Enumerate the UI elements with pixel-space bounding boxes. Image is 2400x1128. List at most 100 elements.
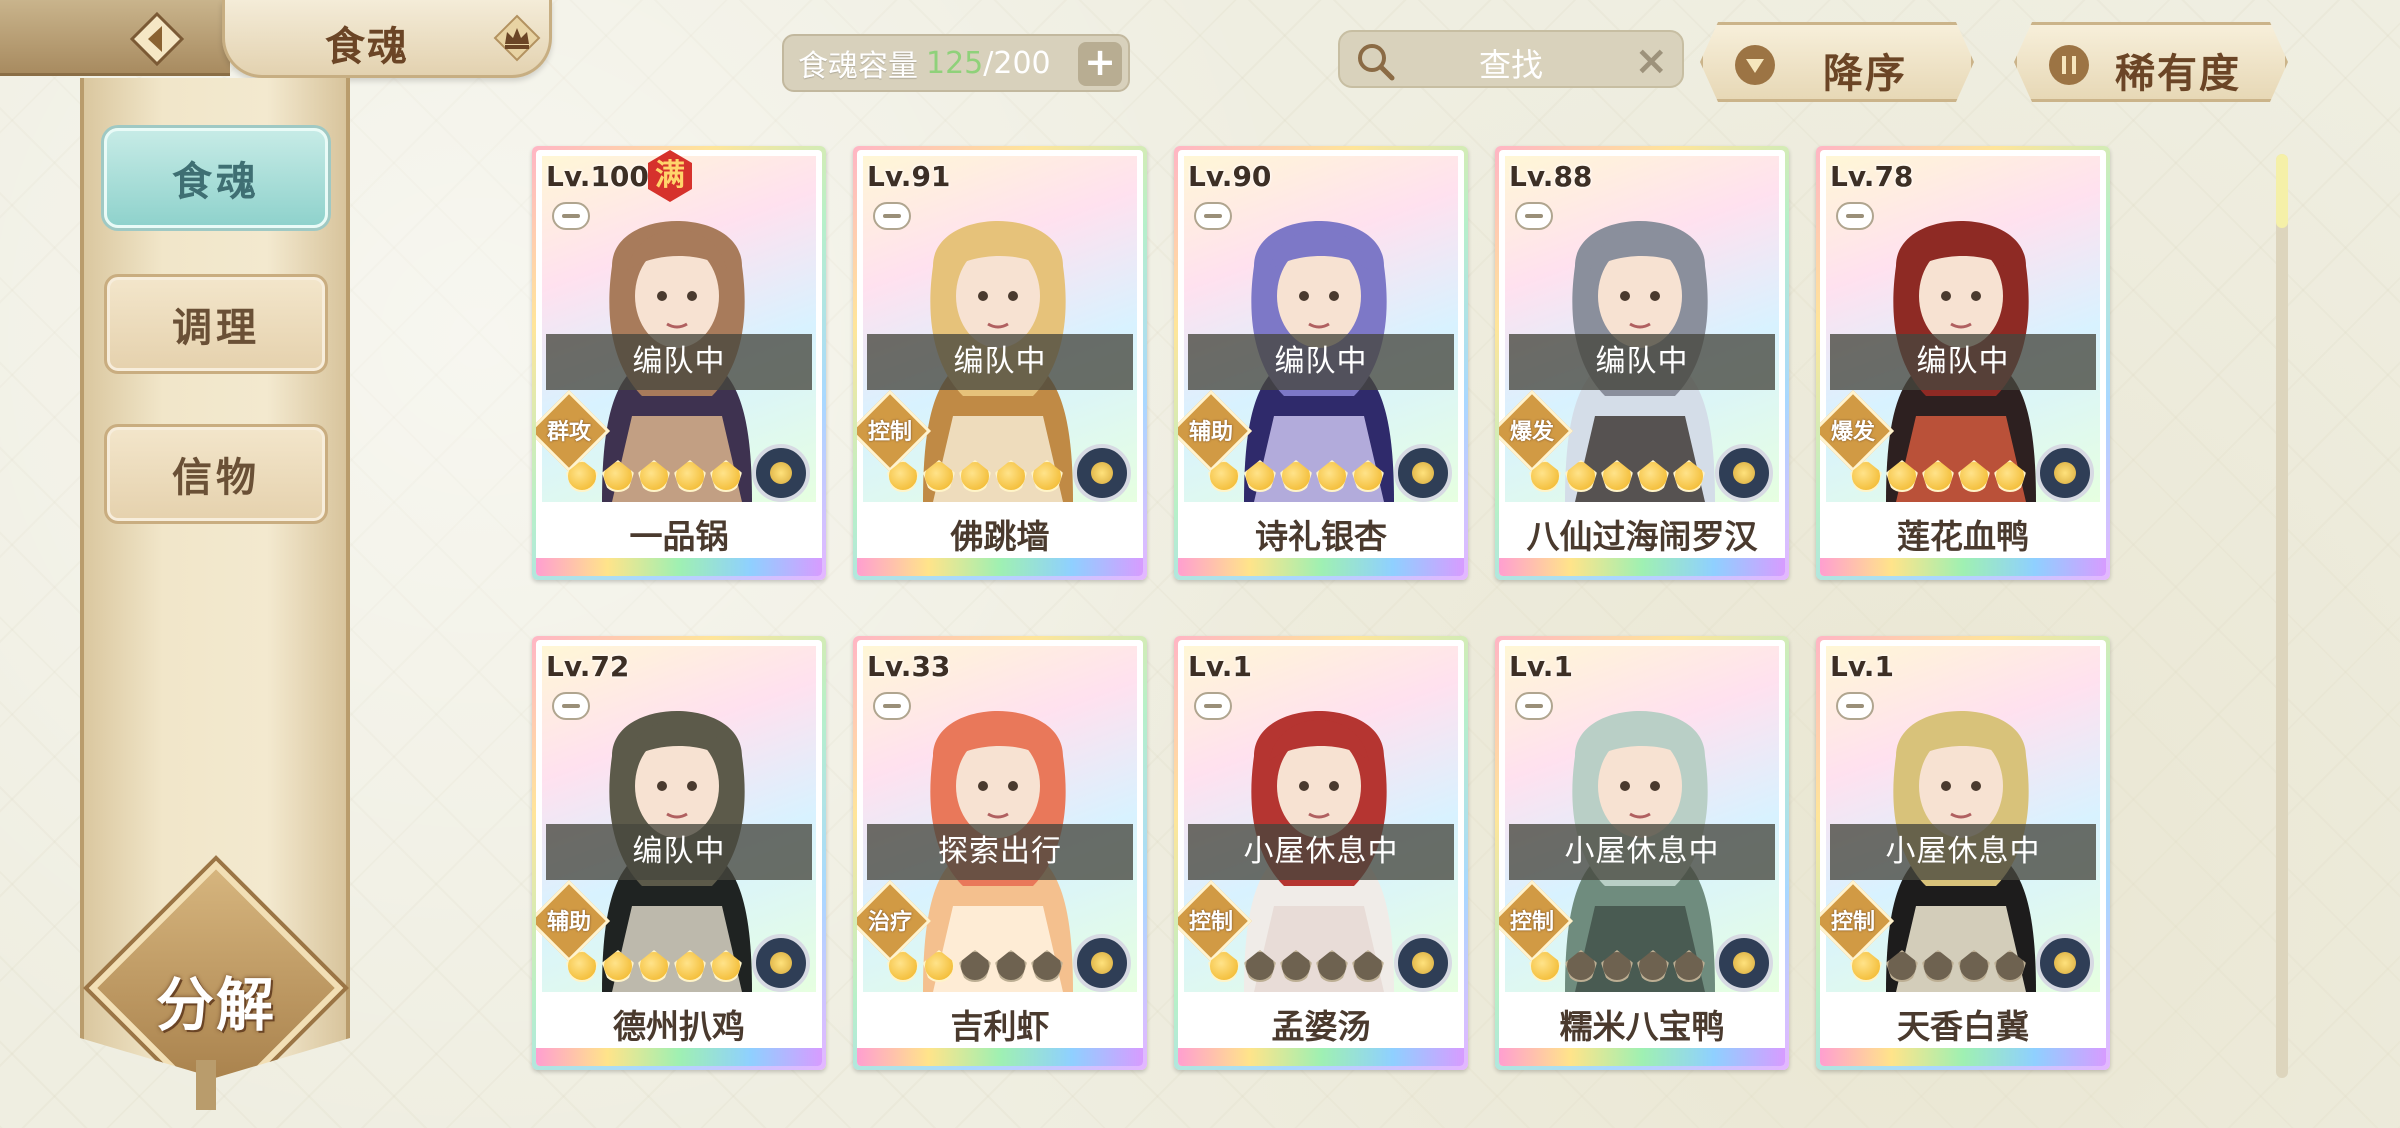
star-icon — [1601, 950, 1633, 982]
status-banner: 编队中 — [867, 334, 1133, 390]
card-frame: Lv.1 小屋休息中 控制 天香白冀 — [1820, 640, 2106, 1066]
page-title: 食魂 — [325, 24, 409, 70]
food-soul-card[interactable]: Lv.33 探索出行 治疗 吉利虾 — [853, 636, 1147, 1070]
rarity-strip — [857, 558, 1143, 576]
star-icon — [1208, 460, 1240, 492]
star-icon — [1637, 950, 1669, 982]
food-soul-card[interactable]: Lv.1 小屋休息中 控制 天香白冀 — [1816, 636, 2110, 1070]
rarity-strip — [1499, 558, 1785, 576]
element-icon — [1073, 444, 1131, 502]
rarity-strip — [1820, 1048, 2106, 1066]
star-icon — [1352, 950, 1384, 982]
element-icon — [1394, 444, 1452, 502]
rarity-strip — [1499, 1048, 1785, 1066]
sort-key-button[interactable]: 稀有度 — [2014, 22, 2288, 102]
star-icon — [1208, 950, 1240, 982]
back-button[interactable] — [128, 10, 186, 68]
element-icon — [2036, 934, 2094, 992]
role-label: 控制 — [1830, 910, 1875, 935]
sidebar-item-cooking[interactable]: 调理 — [104, 274, 328, 374]
lock-toggle-icon[interactable] — [873, 692, 911, 720]
search-input[interactable]: 查找 — [1340, 40, 1682, 86]
lock-toggle-icon[interactable] — [552, 692, 590, 720]
status-banner: 编队中 — [1188, 334, 1454, 390]
level-label: Lv.78 — [1830, 160, 1914, 193]
lock-toggle-icon[interactable] — [1515, 202, 1553, 230]
star-icon — [1922, 460, 1954, 492]
star-icon — [1601, 460, 1633, 492]
status-banner: 编队中 — [1509, 334, 1775, 390]
lock-toggle-icon[interactable] — [552, 202, 590, 230]
star-icon — [923, 460, 955, 492]
lock-toggle-icon[interactable] — [1194, 692, 1232, 720]
rarity-strip — [536, 558, 822, 576]
lock-toggle-icon[interactable] — [1836, 202, 1874, 230]
element-icon — [1073, 934, 1131, 992]
clear-icon[interactable]: × — [1634, 38, 1668, 84]
star-icon — [887, 950, 919, 982]
star-rating — [1208, 950, 1384, 982]
sidebar-item-label: 调理 — [172, 305, 260, 351]
star-icon — [1280, 460, 1312, 492]
star-icon — [1673, 460, 1705, 492]
expand-capacity-button[interactable]: + — [1078, 42, 1122, 86]
lock-toggle-icon[interactable] — [1194, 202, 1232, 230]
star-icon — [1958, 460, 1990, 492]
food-soul-card[interactable]: Lv.1 小屋休息中 控制 孟婆汤 — [1174, 636, 1468, 1070]
star-icon — [1886, 950, 1918, 982]
food-soul-card[interactable]: Lv.78 编队中 爆发 莲花血鸭 — [1816, 146, 2110, 580]
star-icon — [1316, 950, 1348, 982]
character-name: 吉利虾 — [863, 994, 1137, 1054]
star-rating — [887, 950, 1063, 982]
star-icon — [1529, 950, 1561, 982]
sidebar-item-label: 信物 — [172, 455, 260, 501]
card-frame: Lv.1 小屋休息中 控制 糯米八宝鸭 — [1499, 640, 1785, 1066]
sidebar-pendant — [196, 1060, 216, 1110]
food-soul-card[interactable]: Lv.91 编队中 控制 佛跳墙 — [853, 146, 1147, 580]
food-soul-card[interactable]: Lv.88 编队中 爆发 八仙过海闹罗汉 — [1495, 146, 1789, 580]
card-frame: Lv.88 编队中 爆发 八仙过海闹罗汉 — [1499, 150, 1785, 576]
sidebar-item-food-souls[interactable]: 食魂 — [104, 128, 328, 228]
element-icon — [2036, 444, 2094, 502]
role-label: 控制 — [1188, 910, 1233, 935]
character-name: 孟婆汤 — [1184, 994, 1458, 1054]
role-label: 爆发 — [1509, 420, 1554, 445]
level-label: Lv.91 — [867, 160, 951, 193]
status-banner: 编队中 — [546, 334, 812, 390]
rarity-strip — [1178, 558, 1464, 576]
status-banner: 编队中 — [1830, 334, 2096, 390]
star-icon — [1352, 460, 1384, 492]
star-icon — [1244, 460, 1276, 492]
food-soul-card[interactable]: Lv.1 小屋休息中 控制 糯米八宝鸭 — [1495, 636, 1789, 1070]
scrollbar-thumb[interactable] — [2276, 154, 2288, 228]
sidebar-item-tokens[interactable]: 信物 — [104, 424, 328, 524]
food-soul-card[interactable]: Lv.90 编队中 辅助 诗礼银杏 — [1174, 146, 1468, 580]
role-label: 群攻 — [546, 420, 591, 445]
star-icon — [1994, 950, 2026, 982]
element-icon — [1715, 444, 1773, 502]
star-rating — [1850, 950, 2026, 982]
crown-icon[interactable] — [493, 14, 541, 62]
role-label: 辅助 — [546, 910, 591, 935]
card-frame: Lv.91 编队中 控制 佛跳墙 — [857, 150, 1143, 576]
decompose-label[interactable]: 分解 — [126, 958, 306, 1042]
food-soul-card[interactable]: Lv.72 编队中 辅助 德州扒鸡 — [532, 636, 826, 1070]
scrollbar[interactable] — [2276, 154, 2288, 1078]
sort-order-button[interactable]: 降序 — [1700, 22, 1974, 102]
capacity-display: 食魂容量 125 /200 + — [782, 34, 1130, 92]
sort-order-label: 降序 — [1823, 51, 1907, 97]
search-box[interactable]: 查找 × — [1338, 30, 1684, 88]
food-soul-card[interactable]: Lv.100 满 编队中 群攻 一品锅 — [532, 146, 826, 580]
star-icon — [602, 460, 634, 492]
star-rating — [1529, 950, 1705, 982]
star-icon — [959, 950, 991, 982]
lock-toggle-icon[interactable] — [873, 202, 911, 230]
character-name: 天香白冀 — [1826, 994, 2100, 1054]
star-icon — [1850, 460, 1882, 492]
star-icon — [1565, 460, 1597, 492]
level-label: Lv.33 — [867, 650, 951, 683]
lock-toggle-icon[interactable] — [1836, 692, 1874, 720]
lock-toggle-icon[interactable] — [1515, 692, 1553, 720]
character-name: 德州扒鸡 — [542, 994, 816, 1054]
star-icon — [887, 460, 919, 492]
